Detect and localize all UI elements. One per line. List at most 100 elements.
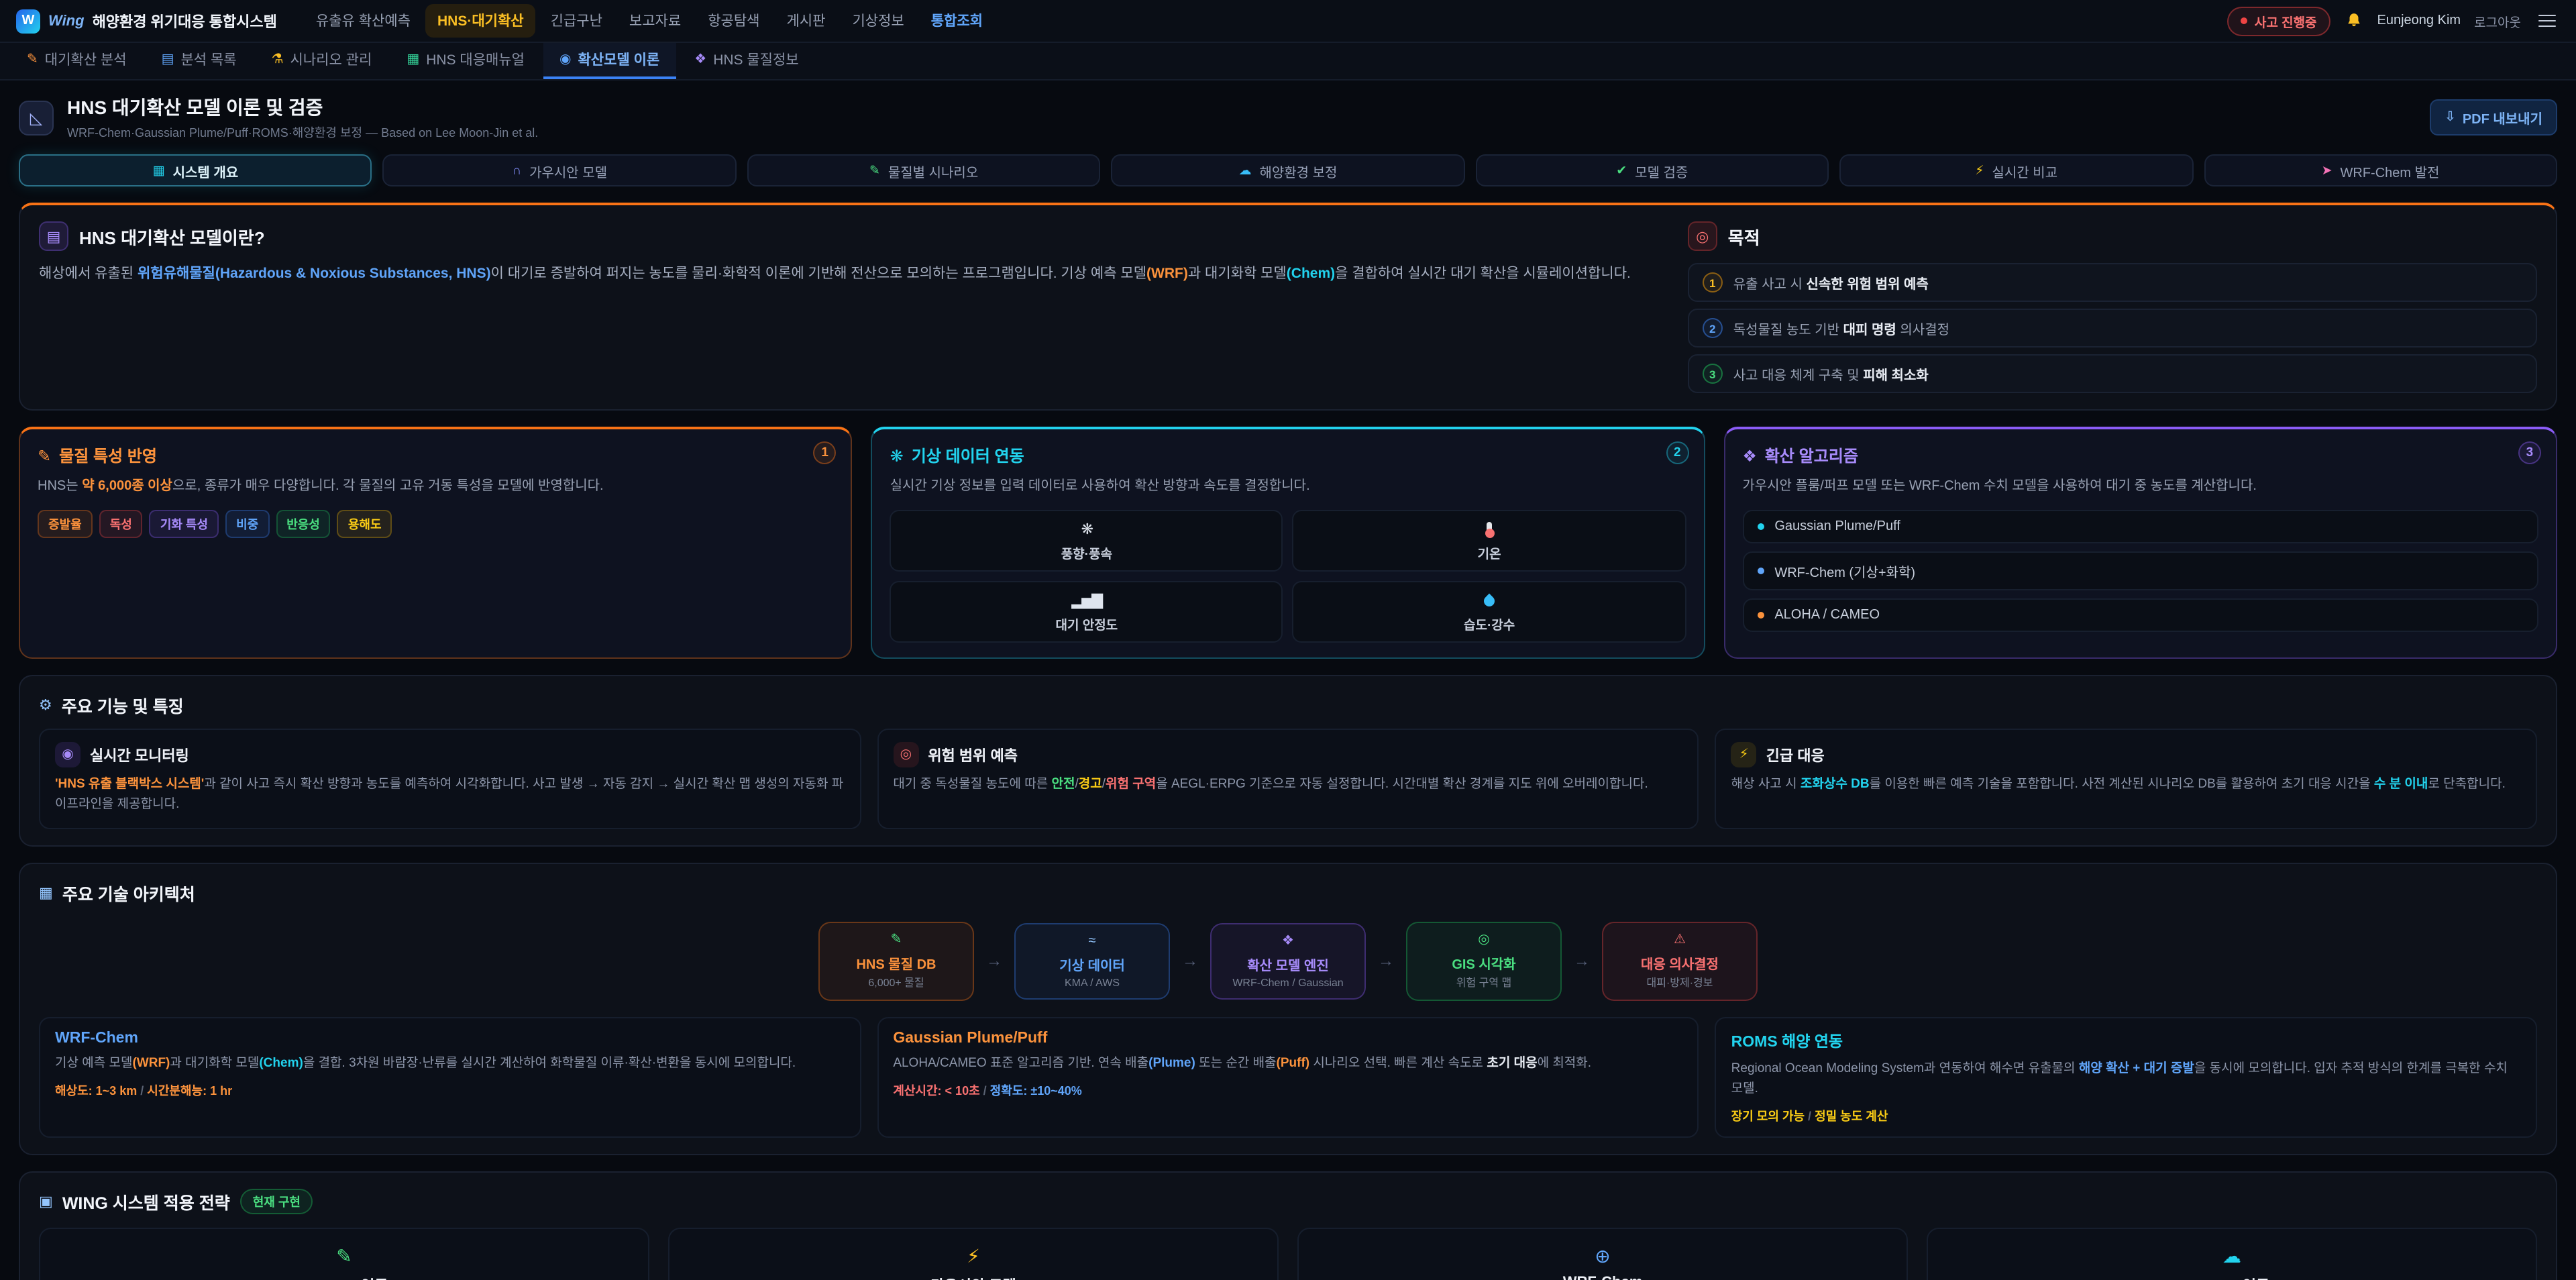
intro-section: ▤ HNS 대기확산 모델이란? 해상에서 유출된 위험유해물질(Hazardo… bbox=[19, 203, 2557, 411]
molecule-icon: ❖ bbox=[1742, 446, 1757, 465]
subnav-label: 대기확산 분석 bbox=[45, 50, 127, 70]
molecule-icon: ❖ bbox=[694, 52, 706, 67]
target-icon: ◎ bbox=[1688, 221, 1717, 251]
incident-label: 사고 진행중 bbox=[2255, 11, 2317, 30]
architecture-icon: ▦ bbox=[39, 884, 53, 902]
feature-realtime-monitoring: ◉ 실시간 모니터링 'HNS 유출 블랙박스 시스템'과 같이 사고 즉시 확… bbox=[39, 729, 861, 829]
wing-title: WING 시스템 적용 전략 bbox=[62, 1189, 230, 1214]
nav-weather-info[interactable]: 기상정보 bbox=[840, 4, 916, 38]
intro-left-panel: ▤ HNS 대기확산 모델이란? 해상에서 유출된 위험유해물질(Hazardo… bbox=[39, 221, 1653, 393]
feature-title: 위험 범위 예측 bbox=[928, 744, 1018, 765]
nav-board[interactable]: 게시판 bbox=[774, 4, 837, 38]
brand-title: 해양환경 위기대응 통합시스템 bbox=[93, 10, 277, 32]
flow-box-weather-data: ≈ 기상 데이터 KMA / AWS bbox=[1014, 923, 1170, 1000]
card-diffusion-algorithms: 3 ❖ 확산 알고리즘 가우시안 플룸/퍼프 모델 또는 WRF-Chem 수치… bbox=[1723, 427, 2557, 659]
page-title: HNS 대기확산 모델 이론 및 검증 bbox=[67, 94, 538, 121]
purpose-item-text: 독성물질 농도 기반 대피 명령 의사결정 bbox=[1733, 318, 1949, 338]
tab-gaussian-model[interactable]: ∩ 가우시안 모델 bbox=[383, 154, 737, 186]
tab-marine-correction[interactable]: ☁ 해양환경 보정 bbox=[1112, 154, 1465, 186]
pdf-export-button[interactable]: ⇩ PDF 내보내기 bbox=[2430, 99, 2557, 136]
flow-box-subtitle: 6,000+ 물질 bbox=[833, 975, 959, 990]
subnav-hns-substance-info[interactable]: ❖ HNS 물질정보 bbox=[678, 43, 814, 79]
bullet-icon bbox=[1757, 612, 1764, 619]
weather-box-label: 습도·강수 bbox=[1464, 615, 1515, 633]
subnav-scenario-management[interactable]: ⚗ 시나리오 관리 bbox=[256, 43, 388, 79]
tab-model-validation[interactable]: ✔ 모델 검증 bbox=[1475, 154, 1829, 186]
tab-realtime-comparison[interactable]: ⚡ 실시간 비교 bbox=[1839, 154, 2193, 186]
feature-emergency-response: ⚡ 긴급 대응 해상 사고 시 조화상수 DB를 이용한 빠른 예측 기술을 포… bbox=[1715, 729, 2537, 829]
bell-curve-icon: ∩ bbox=[512, 163, 521, 178]
purpose-item: 3 사고 대응 체계 구축 및 피해 최소화 bbox=[1688, 354, 2537, 393]
arrow-icon: → bbox=[1182, 952, 1198, 971]
check-icon: ✔ bbox=[1616, 163, 1627, 178]
nav-oil-spill-prediction[interactable]: 유출유 확산예측 bbox=[304, 4, 423, 38]
purpose-item-text: 사고 대응 체계 구축 및 피해 최소화 bbox=[1733, 364, 1929, 384]
wing-card-wrf-chem: ⊕ WRF-Chem 정밀 수치 모의 3D 확산 시뮬레이션 bbox=[1297, 1228, 1908, 1280]
brand-name: Wing bbox=[48, 13, 85, 29]
globe-icon: ⊕ bbox=[1312, 1245, 1893, 1269]
primary-nav: 유출유 확산예측 HNS·대기확산 긴급구난 보고자료 항공탐색 게시판 기상정… bbox=[304, 4, 995, 38]
algorithm-item: Gaussian Plume/Puff bbox=[1742, 510, 2538, 543]
flask-icon: ⚗ bbox=[272, 52, 284, 67]
incident-status-badge[interactable]: 사고 진행중 bbox=[2228, 6, 2330, 36]
nav-hns-air-diffusion[interactable]: HNS·대기확산 bbox=[425, 4, 536, 38]
waves-icon: ≈ bbox=[1029, 934, 1155, 951]
subnav-label: 시나리오 관리 bbox=[290, 50, 372, 70]
architecture-flow: ✎ HNS 물질 DB 6,000+ 물질 → ≈ 기상 데이터 KMA / A… bbox=[39, 922, 2537, 1001]
subnav-analysis-list[interactable]: ▤ 분석 목록 bbox=[146, 43, 253, 79]
number-badge: 3 bbox=[1703, 364, 1723, 384]
features-grid: ◉ 실시간 모니터링 'HNS 유출 블랙박스 시스템'과 같이 사고 즉시 확… bbox=[39, 729, 2537, 829]
feature-title: 긴급 대응 bbox=[1766, 744, 1825, 765]
app-root: W Wing 해양환경 위기대응 통합시스템 유출유 확산예측 HNS·대기확산… bbox=[0, 0, 2576, 1280]
wing-card-hns-db: ✎ HNS DB 연동 CHRIS/CAMEO DB 6,000+종 물질 검색 bbox=[39, 1228, 649, 1280]
brand[interactable]: W Wing 해양환경 위기대응 통합시스템 bbox=[16, 9, 277, 33]
arrow-icon: → bbox=[1574, 952, 1590, 971]
nav-integrated-search[interactable]: 통합조회 bbox=[919, 4, 995, 38]
current-implementation-badge: 현재 구현 bbox=[241, 1189, 313, 1214]
card-title: 물질 특성 반영 bbox=[59, 444, 157, 467]
satellite-icon: ◉ bbox=[55, 742, 80, 767]
nav-aerial-search[interactable]: 항공탐색 bbox=[696, 4, 771, 38]
user-name: Eunjeong Kim bbox=[2377, 13, 2461, 28]
tab-wrf-chem-advance[interactable]: ➤ WRF-Chem 발전 bbox=[2204, 154, 2557, 186]
tab-substance-scenarios[interactable]: ✎ 물질별 시나리오 bbox=[747, 154, 1101, 186]
list-icon: ▤ bbox=[162, 52, 174, 67]
card-title: 확산 알고리즘 bbox=[1765, 444, 1858, 467]
tab-label: WRF-Chem 발전 bbox=[2341, 160, 2440, 180]
model-roms: ROMS 해양 연동 Regional Ocean Modeling Syste… bbox=[1715, 1017, 2537, 1138]
thermometer-icon bbox=[1487, 521, 1492, 538]
subnav-air-diffusion-analysis[interactable]: ✎ 대기확산 분석 bbox=[11, 43, 143, 79]
feature-text: 해상 사고 시 조화상수 DB를 이용한 빠른 예측 기술을 포함합니다. 사전… bbox=[1731, 774, 2521, 795]
set-square-icon: ◺ bbox=[19, 100, 54, 135]
nav-reports[interactable]: 보고자료 bbox=[617, 4, 693, 38]
pencil-icon: ✎ bbox=[54, 1245, 635, 1269]
weather-box-label: 기온 bbox=[1478, 543, 1501, 562]
nav-emergency-rescue[interactable]: 긴급구난 bbox=[539, 4, 614, 38]
feature-risk-range-prediction: ◎ 위험 범위 예측 대기 중 독성물질 농도에 따른 안전/경고/위험 구역을… bbox=[877, 729, 1699, 829]
panel-icon: ▣ bbox=[39, 1193, 53, 1210]
hamburger-menu-icon[interactable] bbox=[2534, 11, 2560, 32]
model-wrf-chem: WRF-Chem 기상 예측 모델(WRF)과 대기화학 모델(Chem)을 결… bbox=[39, 1017, 861, 1138]
app-logo-icon: W bbox=[16, 9, 40, 33]
pencil-icon: ✎ bbox=[27, 52, 38, 67]
weather-box-humidity: 습도·강수 bbox=[1293, 581, 1686, 643]
lightning-icon: ⚡ bbox=[683, 1245, 1264, 1269]
subnav-label: HNS 물질정보 bbox=[713, 50, 798, 70]
model-description: ALOHA/CAMEO 표준 알고리즘 기반. 연속 배출(Plume) 또는 … bbox=[893, 1053, 1682, 1073]
model-specs: 계산시간: < 10초 / 정확도: ±10~40% bbox=[893, 1081, 1682, 1099]
page-header-text: HNS 대기확산 모델 이론 및 검증 WRF-Chem·Gaussian Pl… bbox=[67, 94, 538, 141]
download-icon: ⇩ bbox=[2445, 110, 2456, 125]
lightning-icon: ⚡ bbox=[1731, 742, 1757, 767]
top-navigation-bar: W Wing 해양환경 위기대응 통합시스템 유출유 확산예측 HNS·대기확산… bbox=[0, 0, 2576, 43]
subnav-diffusion-model-theory[interactable]: ◉ 확산모델 이론 bbox=[543, 43, 676, 79]
logout-button[interactable]: 로그아웃 bbox=[2474, 11, 2521, 30]
card-substance-characteristics: 1 ✎ 물질 특성 반영 HNS는 약 6,000종 이상으로, 종류가 매우 … bbox=[19, 427, 853, 659]
subnav-hns-response-manual[interactable]: ▦ HNS 대응매뉴얼 bbox=[390, 43, 541, 79]
tab-label: 물질별 시나리오 bbox=[888, 160, 978, 180]
number-badge: 1 bbox=[1703, 272, 1723, 292]
lightning-icon: ⚡ bbox=[1975, 163, 1984, 178]
pdf-export-label: PDF 내보내기 bbox=[2463, 107, 2542, 127]
notification-bell-icon[interactable] bbox=[2344, 11, 2364, 31]
rocket-icon: ➤ bbox=[2322, 163, 2332, 178]
tab-system-overview[interactable]: ▦ 시스템 개요 bbox=[19, 154, 372, 186]
